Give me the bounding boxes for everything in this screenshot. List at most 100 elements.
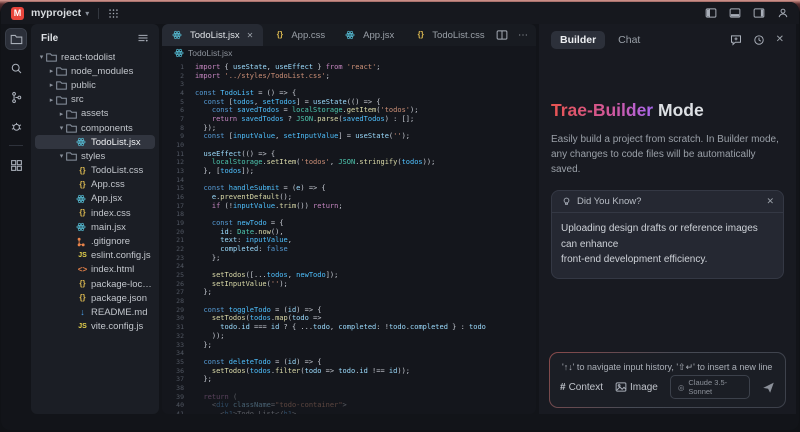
code-line: 3	[180, 80, 184, 89]
folder-icon	[66, 123, 79, 133]
file-label: react-todolist	[61, 51, 116, 63]
tree-item-index.css[interactable]: {} index.css	[35, 206, 155, 220]
code-line: 13 }, [todos]);	[176, 167, 255, 176]
image-button[interactable]: Image	[615, 381, 658, 393]
react-icon	[172, 30, 185, 40]
code-line: 34	[176, 349, 184, 358]
model-icon: ◎	[677, 382, 685, 392]
tree-item-vite.config.js[interactable]: JS vite.config.js	[35, 320, 155, 334]
tree-item-package-lock.json[interactable]: {}package-lock.json	[35, 277, 155, 291]
folder-icon	[56, 80, 69, 91]
file-label: package-lock.json	[91, 278, 155, 290]
tree-item-main.jsx[interactable]: main.jsx	[35, 220, 155, 234]
code-line: 25 setTodos([...todos, newTodo]);	[176, 271, 339, 280]
model-selector[interactable]: ◎ Claude 3.5-Sonnet	[669, 375, 750, 399]
code-line: 8 });	[180, 123, 217, 132]
project-name[interactable]: myproject	[31, 7, 81, 19]
close-panel-icon[interactable]: ✕	[776, 34, 784, 45]
git-icon	[76, 237, 89, 247]
tree-item-eslint.config.js[interactable]: JS eslint.config.js	[35, 249, 155, 263]
folder-icon	[66, 109, 79, 119]
lightbulb-icon	[561, 196, 572, 207]
builder-tab-builder[interactable]: Builder	[551, 30, 606, 49]
tab-App.css[interactable]: {} App.css	[263, 24, 335, 46]
tab-TodoList.css[interactable]: {} TodoList.css	[404, 24, 494, 46]
chevron-down-icon[interactable]: ▾	[85, 9, 89, 18]
activity-source-control-icon[interactable]	[6, 87, 26, 107]
tree-item-src[interactable]: ▸ src	[35, 93, 155, 107]
code-line: 6 const savedTodos = localStorage.getIte…	[180, 106, 419, 115]
explorer-header: File	[31, 30, 159, 50]
file-label: main.jsx	[91, 221, 126, 233]
app-grid-icon[interactable]	[108, 8, 119, 19]
tree-item-TodoList.css[interactable]: {} TodoList.css	[35, 164, 155, 178]
tree-item-.gitignore[interactable]: .gitignore	[35, 234, 155, 248]
tree-item-App.css[interactable]: {} App.css	[35, 178, 155, 192]
titlebar-divider	[98, 7, 100, 19]
tab-label: App.jsx	[363, 29, 395, 41]
file-label: eslint.config.js	[91, 250, 151, 262]
chevron-right-icon: ▸	[59, 110, 64, 118]
tree-item-README.md[interactable]: ↓ README.md	[35, 305, 155, 319]
react-file-icon	[174, 48, 184, 58]
activity-files-icon[interactable]	[5, 28, 27, 50]
more-actions-icon[interactable]: ⋯	[518, 30, 528, 41]
close-tab-icon[interactable]: ✕	[247, 31, 254, 40]
file-label: TodoList.css	[91, 165, 144, 177]
code-line: 9 const [inputValue, setInputValue] = us…	[180, 132, 411, 141]
split-editor-icon[interactable]	[496, 29, 508, 41]
send-icon[interactable]	[762, 381, 775, 394]
new-chat-icon[interactable]	[730, 34, 742, 46]
chevron-down-icon: ▾	[39, 54, 44, 62]
tree-item-components[interactable]: ▾ components	[35, 121, 155, 135]
file-label: .gitignore	[91, 236, 131, 248]
tree-item-package.json[interactable]: {} package.json	[35, 291, 155, 305]
code-line: 15 const handleSubmit = (e) => {	[176, 184, 326, 193]
code-line: 17 if (!inputValue.trim()) return;	[176, 201, 343, 210]
builder-tab-chat[interactable]: Chat	[609, 31, 649, 49]
builder-header-icons: ✕	[730, 34, 784, 46]
prompt-input-box[interactable]: '↑↓' to navigate input history, '⇧↵' to …	[549, 352, 786, 408]
builder-mode-heading: Trae-Builder Mode	[551, 100, 784, 121]
react-icon	[76, 222, 89, 232]
code-editor[interactable]: 1 import { useState, useEffect } from 're…	[162, 60, 536, 414]
account-icon[interactable]	[777, 7, 789, 19]
app-window: M myproject ▾ File ▾ react-todolist ▸ node_…	[1, 2, 799, 430]
context-button[interactable]: # Context	[560, 382, 603, 393]
card-header: Did You Know? ✕	[552, 191, 783, 213]
code-line: 14	[176, 175, 184, 184]
tree-item-node_modules[interactable]: ▸ node_modules	[35, 64, 155, 78]
tree-item-index.html[interactable]: <> index.html	[35, 263, 155, 277]
tab-TodoList.jsx[interactable]: TodoList.jsx ✕	[162, 24, 264, 46]
history-icon[interactable]	[753, 34, 765, 46]
tree-item-TodoList.jsx[interactable]: TodoList.jsx	[35, 135, 155, 150]
tab-App.jsx[interactable]: App.jsx	[335, 24, 404, 46]
chevron-right-icon: ▸	[49, 68, 54, 76]
tree-item-react-todolist[interactable]: ▾ react-todolist	[35, 50, 155, 64]
tab-label: TodoList.css	[432, 29, 485, 41]
tree-item-styles[interactable]: ▾ styles	[35, 149, 155, 163]
tree-item-assets[interactable]: ▸ assets	[35, 107, 155, 121]
activity-extensions-icon[interactable]	[6, 155, 26, 175]
folder-icon	[56, 66, 69, 76]
file-label: README.md	[91, 306, 148, 318]
layout-right-icon[interactable]	[753, 7, 765, 19]
main-area: File ▾ react-todolist ▸ node_modules ▸ public…	[4, 24, 796, 414]
image-label: Image	[630, 381, 658, 393]
activity-search-icon[interactable]	[6, 58, 26, 78]
layout-left-icon[interactable]	[705, 7, 717, 19]
code-line: 16 e.preventDefault();	[176, 193, 292, 202]
builder-tab-bar: Builder Chat ✕	[551, 24, 784, 50]
tree-item-App.jsx[interactable]: App.jsx	[35, 192, 155, 206]
layout-bottom-icon[interactable]	[729, 7, 741, 19]
breadcrumb[interactable]: TodoList.jsx	[162, 46, 536, 60]
builder-panel: Builder Chat ✕ Trae-Builder Mode Easily b…	[539, 24, 796, 414]
card-body-text: Uploading design drafts or reference ima…	[561, 223, 758, 265]
code-line: 40 <div className="todo-container">	[176, 401, 347, 410]
tree-item-public[interactable]: ▸ public	[35, 78, 155, 92]
code-line: 35 const deleteTodo = (id) => {	[176, 357, 322, 366]
image-icon	[615, 381, 627, 393]
activity-debug-icon[interactable]	[6, 116, 26, 136]
explorer-options-icon[interactable]	[137, 32, 149, 44]
card-close-icon[interactable]: ✕	[766, 196, 774, 207]
